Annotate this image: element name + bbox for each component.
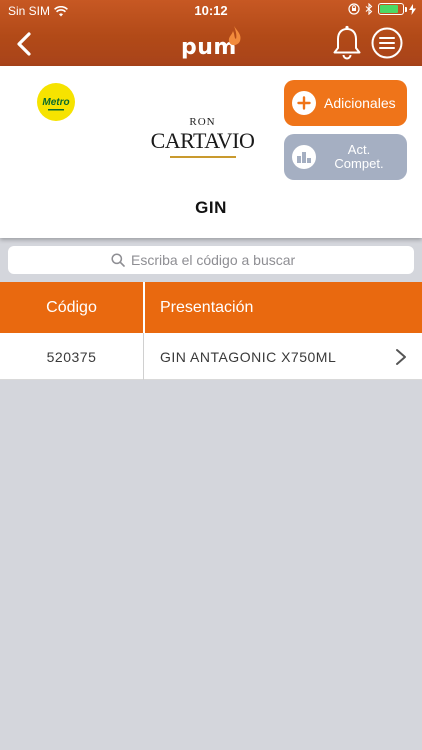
status-right xyxy=(348,3,416,15)
product-header-card: Metro RON CARTAVIO Adicionales Act. Comp… xyxy=(0,66,422,238)
rotation-lock-icon xyxy=(348,3,360,15)
plus-icon xyxy=(292,91,316,115)
brand-logo-top: RON xyxy=(189,116,216,128)
competition-icon xyxy=(292,145,316,169)
chevron-right-icon xyxy=(396,349,406,365)
bluetooth-icon xyxy=(365,3,373,15)
store-logo: Metro xyxy=(37,83,75,121)
brand-logo: RON CARTAVIO xyxy=(150,116,255,162)
competition-button-label: Act. Compet. xyxy=(324,143,394,171)
top-bar: Sin SIM 10:12 pum xyxy=(0,0,422,66)
search-input[interactable] xyxy=(131,252,311,268)
nav-bar: pum xyxy=(0,22,422,66)
table-header: Código Presentación xyxy=(0,282,422,333)
store-logo-text: Metro xyxy=(42,97,69,108)
column-header-code: Código xyxy=(46,298,97,316)
competition-label-line1: Act. xyxy=(347,142,371,157)
brand-logo-underline xyxy=(170,156,236,158)
bell-icon[interactable] xyxy=(330,24,364,62)
status-bar: Sin SIM 10:12 xyxy=(0,0,422,22)
back-button[interactable] xyxy=(6,26,42,62)
brand-logo-main: CARTAVIO xyxy=(150,128,255,153)
battery-icon xyxy=(378,3,407,15)
additional-button-label: Adicionales xyxy=(324,95,396,111)
charging-icon xyxy=(409,3,416,15)
row-divider xyxy=(143,333,144,380)
row-presentation: GIN ANTAGONIC X750ML xyxy=(160,348,337,365)
search-icon xyxy=(111,253,125,267)
flame-icon xyxy=(228,26,241,46)
search-bar[interactable] xyxy=(8,246,414,274)
back-chevron-icon xyxy=(17,32,31,56)
category-title: GIN xyxy=(195,198,227,217)
row-code: 520375 xyxy=(46,348,97,365)
table-row[interactable]: 520375 GIN ANTAGONIC X750ML xyxy=(0,333,422,380)
app-logo: pum xyxy=(176,24,246,64)
battery-fill xyxy=(380,5,398,13)
additional-button[interactable]: Adicionales xyxy=(284,80,407,126)
menu-lines-icon[interactable] xyxy=(370,26,404,60)
competition-label-line2: Compet. xyxy=(334,156,384,171)
column-divider xyxy=(143,282,145,333)
competition-activity-button[interactable]: Act. Compet. xyxy=(284,134,407,180)
column-header-presentation: Presentación xyxy=(160,298,254,316)
